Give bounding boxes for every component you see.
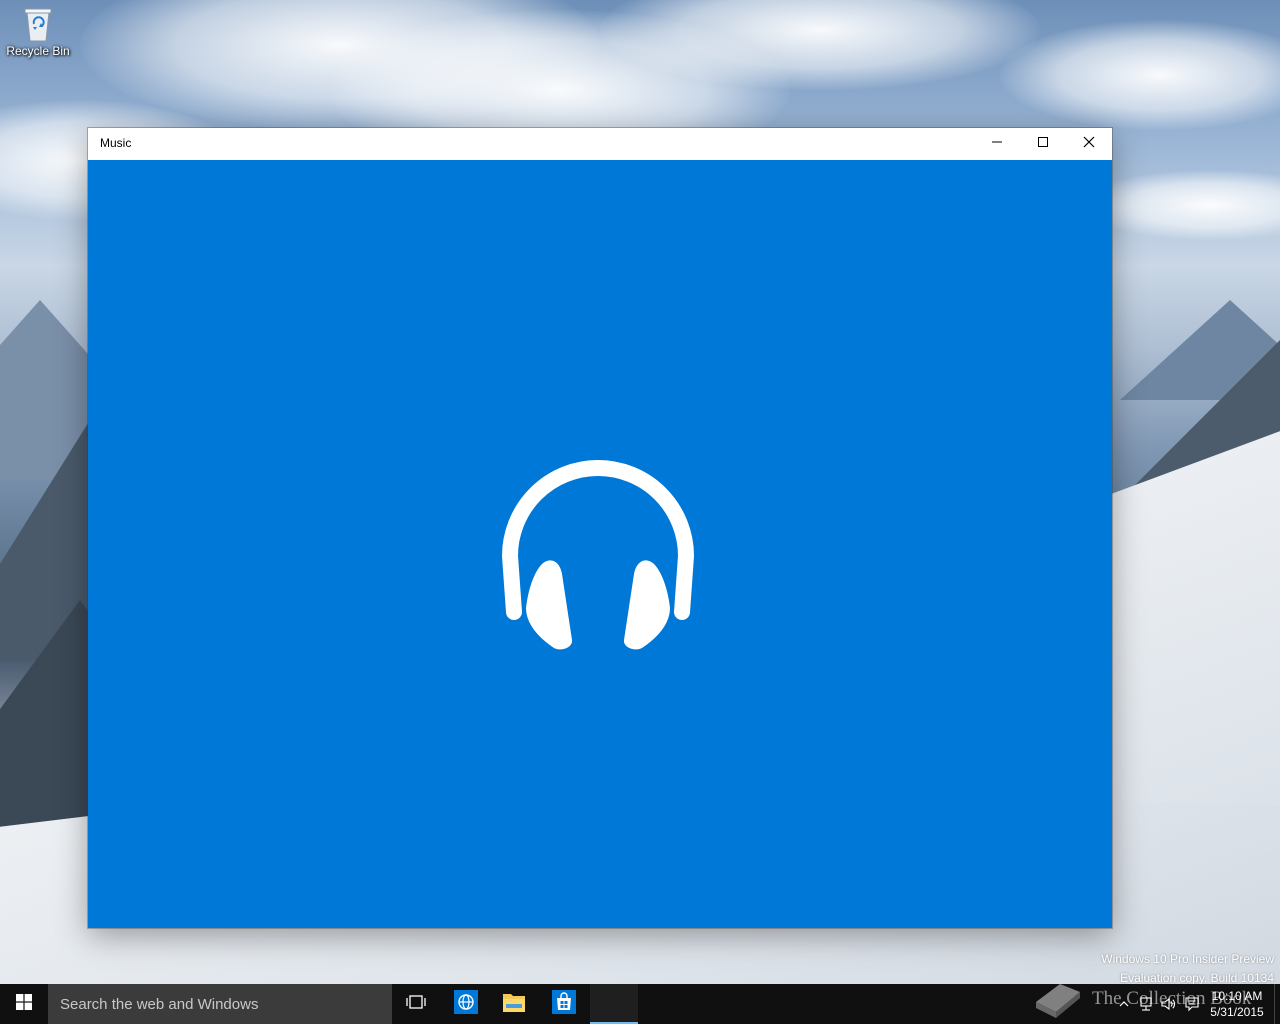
close-button[interactable] (1066, 128, 1112, 160)
task-view-button[interactable] (392, 984, 440, 1024)
headphones-icon (496, 444, 700, 650)
recycle-bin-label: Recycle Bin (6, 44, 70, 58)
search-box[interactable] (48, 984, 392, 1024)
cloud (1000, 20, 1280, 130)
brand-overlay: The Collection Book (1030, 976, 1270, 1022)
minimize-icon (991, 135, 1003, 153)
windows-logo-icon (16, 993, 32, 1015)
title-bar[interactable]: Music (88, 128, 1112, 160)
close-icon (1083, 135, 1095, 153)
watermark-edition: Windows 10 Pro Insider Preview (1101, 952, 1274, 966)
edge-taskbar-button[interactable] (442, 984, 490, 1024)
recycle-bin-icon (23, 6, 53, 42)
globe-icon (454, 989, 478, 1019)
window-title: Music (100, 136, 132, 150)
minimize-button[interactable] (974, 128, 1020, 160)
music-taskbar-button[interactable] (590, 984, 638, 1024)
search-input[interactable] (48, 984, 392, 1024)
store-icon (552, 989, 576, 1019)
start-button[interactable] (0, 984, 48, 1024)
maximize-icon (1037, 135, 1049, 153)
music-window: Music (88, 128, 1112, 928)
splash-screen (88, 160, 1112, 928)
file-explorer-taskbar-button[interactable] (490, 984, 538, 1024)
recycle-bin-shortcut[interactable]: Recycle Bin (4, 6, 72, 58)
folder-icon (502, 991, 526, 1018)
store-taskbar-button[interactable] (540, 984, 588, 1024)
brand-text: The Collection Book (1092, 988, 1252, 1009)
task-view-icon (405, 994, 427, 1015)
maximize-button[interactable] (1020, 128, 1066, 160)
show-desktop-button[interactable] (1274, 984, 1280, 1024)
